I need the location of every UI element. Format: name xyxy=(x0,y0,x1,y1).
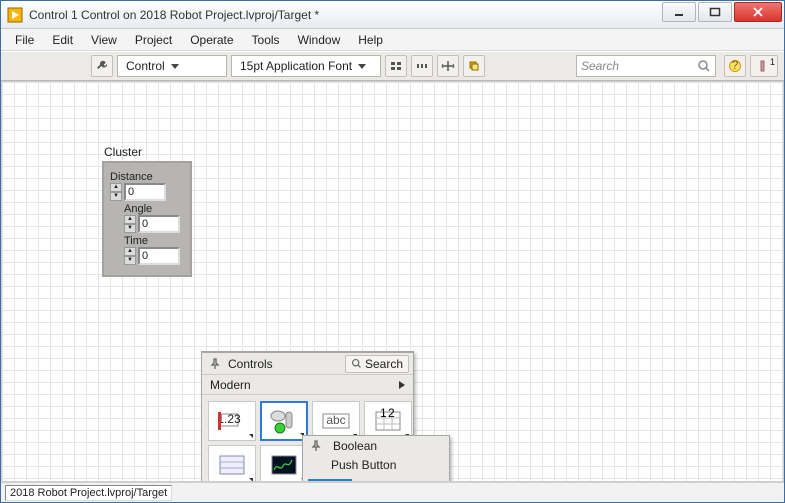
resize-button[interactable] xyxy=(437,55,459,77)
menu-help[interactable]: Help xyxy=(350,31,391,49)
palette-search-label: Search xyxy=(365,357,403,371)
cluster-control[interactable]: Cluster Distance ▲▼ 0 Angle ▲▼ 0 Time xyxy=(102,145,192,277)
close-button[interactable] xyxy=(734,2,782,22)
menu-window[interactable]: Window xyxy=(290,31,349,49)
svg-text:2: 2 xyxy=(388,406,395,420)
angle-spinner[interactable]: ▲▼ xyxy=(124,215,136,233)
menu-edit[interactable]: Edit xyxy=(44,31,81,49)
distance-value[interactable]: 0 xyxy=(124,183,166,201)
time-spinner[interactable]: ▲▼ xyxy=(124,247,136,265)
palette-search[interactable]: Search xyxy=(345,355,409,373)
app-window: Control 1 Control on 2018 Robot Project.… xyxy=(0,0,785,503)
menu-view[interactable]: View xyxy=(83,31,125,49)
font-label: 15pt Application Font xyxy=(240,59,352,73)
boolean-subpalette-icon[interactable] xyxy=(260,401,308,441)
control-type-dropdown[interactable]: Control xyxy=(117,55,227,77)
arrow-right-icon xyxy=(399,381,405,389)
context-badge[interactable]: 1 xyxy=(750,55,778,77)
time-label: Time xyxy=(124,235,184,247)
graph-subpalette-icon[interactable] xyxy=(260,445,308,482)
menu-operate[interactable]: Operate xyxy=(182,31,241,49)
maximize-button[interactable] xyxy=(698,2,732,22)
menu-tools[interactable]: Tools xyxy=(244,31,288,49)
boolean-subpalette[interactable]: Boolean Push Button xyxy=(302,435,450,482)
distance-label: Distance xyxy=(110,171,184,183)
menubar: File Edit View Project Operate Tools Win… xyxy=(1,29,784,51)
toolbar: Control 15pt Application Font Search ? 1 xyxy=(1,51,784,81)
subpalette-header: Boolean xyxy=(303,436,449,456)
search-icon xyxy=(351,358,362,369)
vertical-toggle-icon[interactable] xyxy=(402,479,446,482)
app-icon xyxy=(7,7,23,23)
font-dropdown[interactable]: 15pt Application Font xyxy=(231,55,381,77)
window-buttons xyxy=(662,1,784,28)
category-label: Modern xyxy=(210,378,251,392)
svg-text:1: 1 xyxy=(380,406,387,420)
angle-label: Angle xyxy=(124,203,184,215)
time-value[interactable]: 0 xyxy=(138,247,180,265)
minimize-button[interactable] xyxy=(662,2,696,22)
status-path: 2018 Robot Project.lvproj/Target xyxy=(5,485,172,501)
distance-row: ▲▼ 0 xyxy=(110,183,184,201)
wrench-button[interactable] xyxy=(91,55,113,77)
subpalette-grid xyxy=(303,474,449,482)
angle-row: ▲▼ 0 xyxy=(124,215,184,233)
badge-number: 1 xyxy=(770,57,775,67)
dropdown-label: Control xyxy=(126,59,165,73)
search-placeholder: Search xyxy=(581,59,697,73)
angle-value[interactable]: 0 xyxy=(138,215,180,233)
svg-text:abc: abc xyxy=(326,413,345,427)
menu-file[interactable]: File xyxy=(7,31,42,49)
push-button-icon[interactable] xyxy=(308,479,352,482)
statusbar: 2018 Robot Project.lvproj/Target xyxy=(1,482,784,502)
distribute-button[interactable] xyxy=(411,55,433,77)
reorder-button[interactable] xyxy=(463,55,485,77)
pin-icon[interactable] xyxy=(307,437,325,455)
front-panel-canvas[interactable]: Cluster Distance ▲▼ 0 Angle ▲▼ 0 Time xyxy=(1,81,784,482)
subpalette-item-label: Push Button xyxy=(303,456,449,474)
menu-project[interactable]: Project xyxy=(127,31,180,49)
palette-header: Controls Search xyxy=(202,353,413,375)
cluster-label: Cluster xyxy=(102,145,192,159)
align-button[interactable] xyxy=(385,55,407,77)
palette-title: Controls xyxy=(228,357,345,371)
palette-category-modern[interactable]: Modern xyxy=(202,375,413,395)
help-button[interactable]: ? xyxy=(724,55,746,77)
search-icon xyxy=(697,59,711,73)
pin-icon[interactable] xyxy=(206,355,224,373)
time-row: ▲▼ 0 xyxy=(124,247,184,265)
svg-text:?: ? xyxy=(732,59,739,72)
toolbar-right: ? 1 xyxy=(724,55,778,77)
chevron-down-icon xyxy=(358,64,366,69)
search-box[interactable]: Search xyxy=(576,55,716,77)
list-subpalette-icon[interactable] xyxy=(208,445,256,482)
titlebar[interactable]: Control 1 Control on 2018 Robot Project.… xyxy=(1,1,784,29)
subpalette-title: Boolean xyxy=(333,439,377,453)
chevron-down-icon xyxy=(171,64,179,69)
numeric-subpalette-icon[interactable]: 1.23 xyxy=(208,401,256,441)
distance-spinner[interactable]: ▲▼ xyxy=(110,183,122,201)
cluster-body: Distance ▲▼ 0 Angle ▲▼ 0 Time ▲▼ 0 xyxy=(102,161,192,277)
window-title: Control 1 Control on 2018 Robot Project.… xyxy=(29,8,662,22)
rocker-icon[interactable] xyxy=(355,479,399,482)
